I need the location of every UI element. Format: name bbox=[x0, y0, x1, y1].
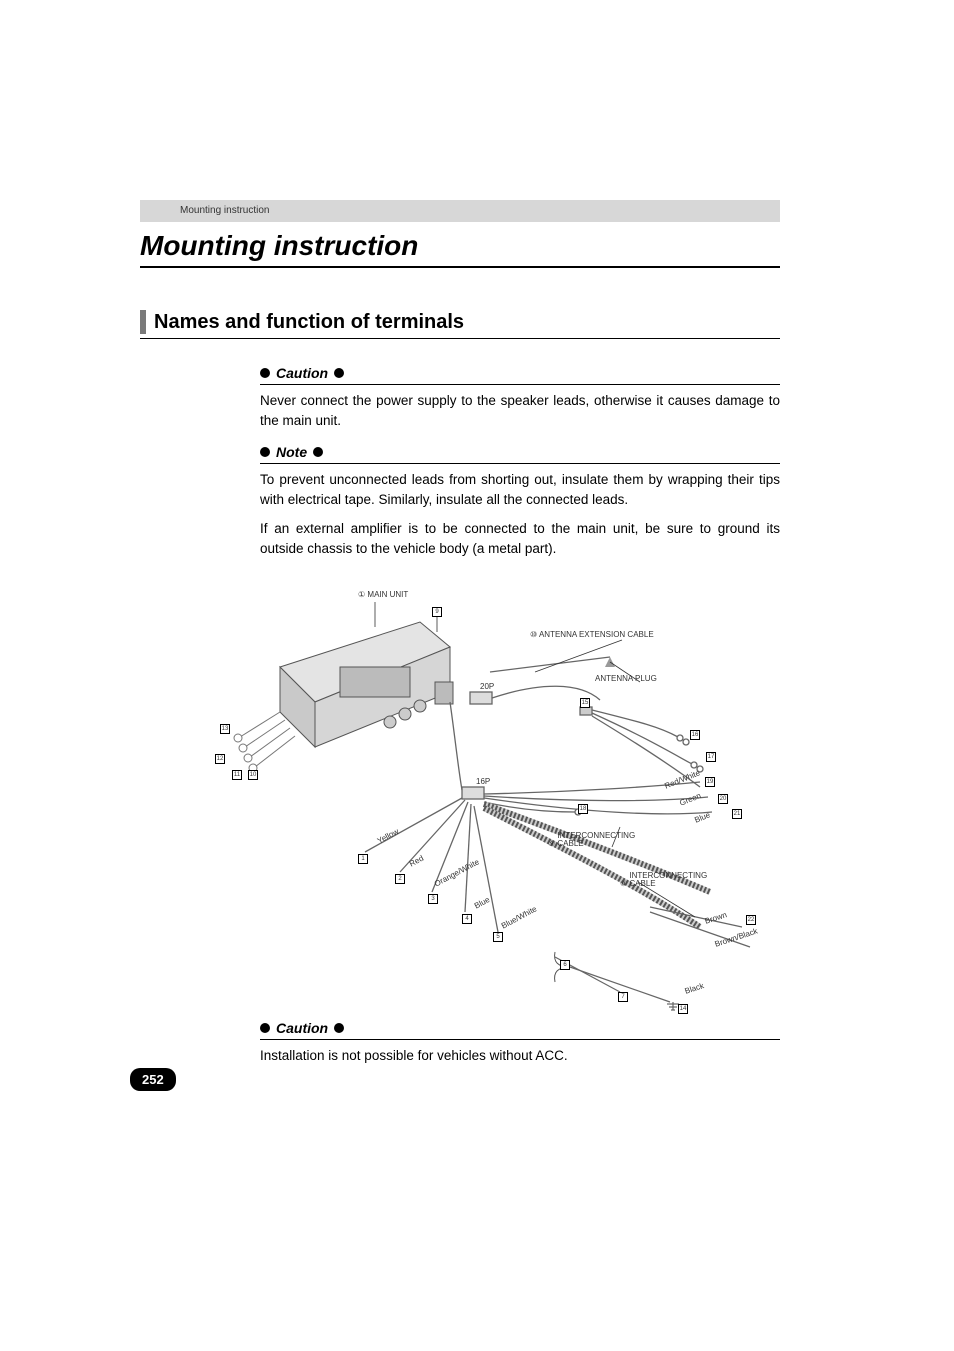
header-breadcrumb-band: Mounting instruction bbox=[140, 200, 780, 222]
section-accent-bar bbox=[140, 310, 146, 334]
bullet-icon bbox=[334, 1023, 344, 1033]
note-p2: If an external amplifier is to be connec… bbox=[260, 519, 780, 558]
box-21: 21 bbox=[732, 809, 742, 819]
content-column: Caution Never connect the power supply t… bbox=[260, 365, 780, 1066]
section-heading: Names and function of terminals bbox=[140, 310, 780, 339]
caution2-label: Caution bbox=[276, 1020, 328, 1036]
box-18: 18 bbox=[578, 804, 588, 814]
caution1-header: Caution bbox=[260, 365, 780, 385]
box-17: 17 bbox=[706, 752, 716, 762]
num-main-unit: ① bbox=[358, 590, 365, 599]
caution1-text: Never connect the power supply to the sp… bbox=[260, 391, 780, 430]
bullet-icon bbox=[260, 1023, 270, 1033]
num-ic8: ⑧ bbox=[620, 879, 627, 888]
caution1-body: Never connect the power supply to the sp… bbox=[260, 391, 780, 430]
label-20p: 20P bbox=[480, 682, 494, 691]
page-title: Mounting instruction bbox=[140, 230, 780, 262]
num-ic9: ⑨ bbox=[548, 839, 555, 848]
label-antenna-ext: ⑩ ANTENNA EXTENSION CABLE bbox=[530, 630, 654, 639]
caution2-header: Caution bbox=[260, 1020, 780, 1040]
section-title: Names and function of terminals bbox=[154, 311, 464, 334]
box-11: 11 bbox=[232, 770, 242, 780]
note-label: Note bbox=[276, 444, 307, 460]
wiring-diagram: ① MAIN UNIT ⑩ ANTENNA EXTENSION CABLE AN… bbox=[140, 572, 780, 1012]
text-antenna-ext: ANTENNA EXTENSION CABLE bbox=[539, 630, 654, 639]
text-main-unit: MAIN UNIT bbox=[367, 590, 408, 599]
label-antenna-plug: ANTENNA PLUG bbox=[595, 674, 657, 683]
label-interconnecting-9: ⑨ INTERCONNECTING CABLE bbox=[548, 832, 657, 848]
box-2: 2 bbox=[395, 874, 405, 884]
box-1: 1 bbox=[358, 854, 368, 864]
box-10: 10 bbox=[248, 770, 258, 780]
box-9: 9 bbox=[432, 607, 442, 617]
box-19: 19 bbox=[705, 777, 715, 787]
note-p1: To prevent unconnected leads from shorti… bbox=[260, 470, 780, 509]
box-3: 3 bbox=[428, 894, 438, 904]
title-block: Mounting instruction bbox=[140, 230, 780, 268]
bullet-icon bbox=[313, 447, 323, 457]
note-header: Note bbox=[260, 444, 780, 464]
text-ic9: INTERCONNECTING CABLE bbox=[557, 832, 657, 848]
page-number: 252 bbox=[130, 1068, 176, 1091]
box-13: 13 bbox=[220, 724, 230, 734]
bullet-icon bbox=[260, 368, 270, 378]
box-7: 7 bbox=[618, 992, 628, 1002]
box-16: 16 bbox=[690, 730, 700, 740]
box-4: 4 bbox=[462, 914, 472, 924]
header-breadcrumb: Mounting instruction bbox=[180, 205, 270, 216]
label-main-unit: ① MAIN UNIT bbox=[358, 590, 408, 599]
caution2-text: Installation is not possible for vehicle… bbox=[260, 1046, 780, 1066]
box-14: 14 bbox=[678, 1004, 688, 1014]
bullet-icon bbox=[260, 447, 270, 457]
note-body: To prevent unconnected leads from shorti… bbox=[260, 470, 780, 558]
page-content: Mounting instruction Mounting instructio… bbox=[140, 200, 780, 1076]
box-20: 20 bbox=[718, 794, 728, 804]
box-15: 15 bbox=[580, 698, 590, 708]
bullet-icon bbox=[334, 368, 344, 378]
caution2-body: Installation is not possible for vehicle… bbox=[260, 1046, 780, 1066]
label-interconnecting-8: ⑧ INTERCONNECTING CABLE bbox=[620, 872, 729, 888]
box-5: 5 bbox=[493, 932, 503, 942]
box-22: 22 bbox=[746, 915, 756, 925]
caution1-label: Caution bbox=[276, 365, 328, 381]
diagram-svg bbox=[140, 572, 780, 1012]
num-antenna-ext: ⑩ bbox=[530, 630, 537, 639]
label-16p: 16P bbox=[476, 777, 490, 786]
box-12: 12 bbox=[215, 754, 225, 764]
box-6: 6 bbox=[560, 960, 570, 970]
text-ic8: INTERCONNECTING CABLE bbox=[629, 872, 729, 888]
